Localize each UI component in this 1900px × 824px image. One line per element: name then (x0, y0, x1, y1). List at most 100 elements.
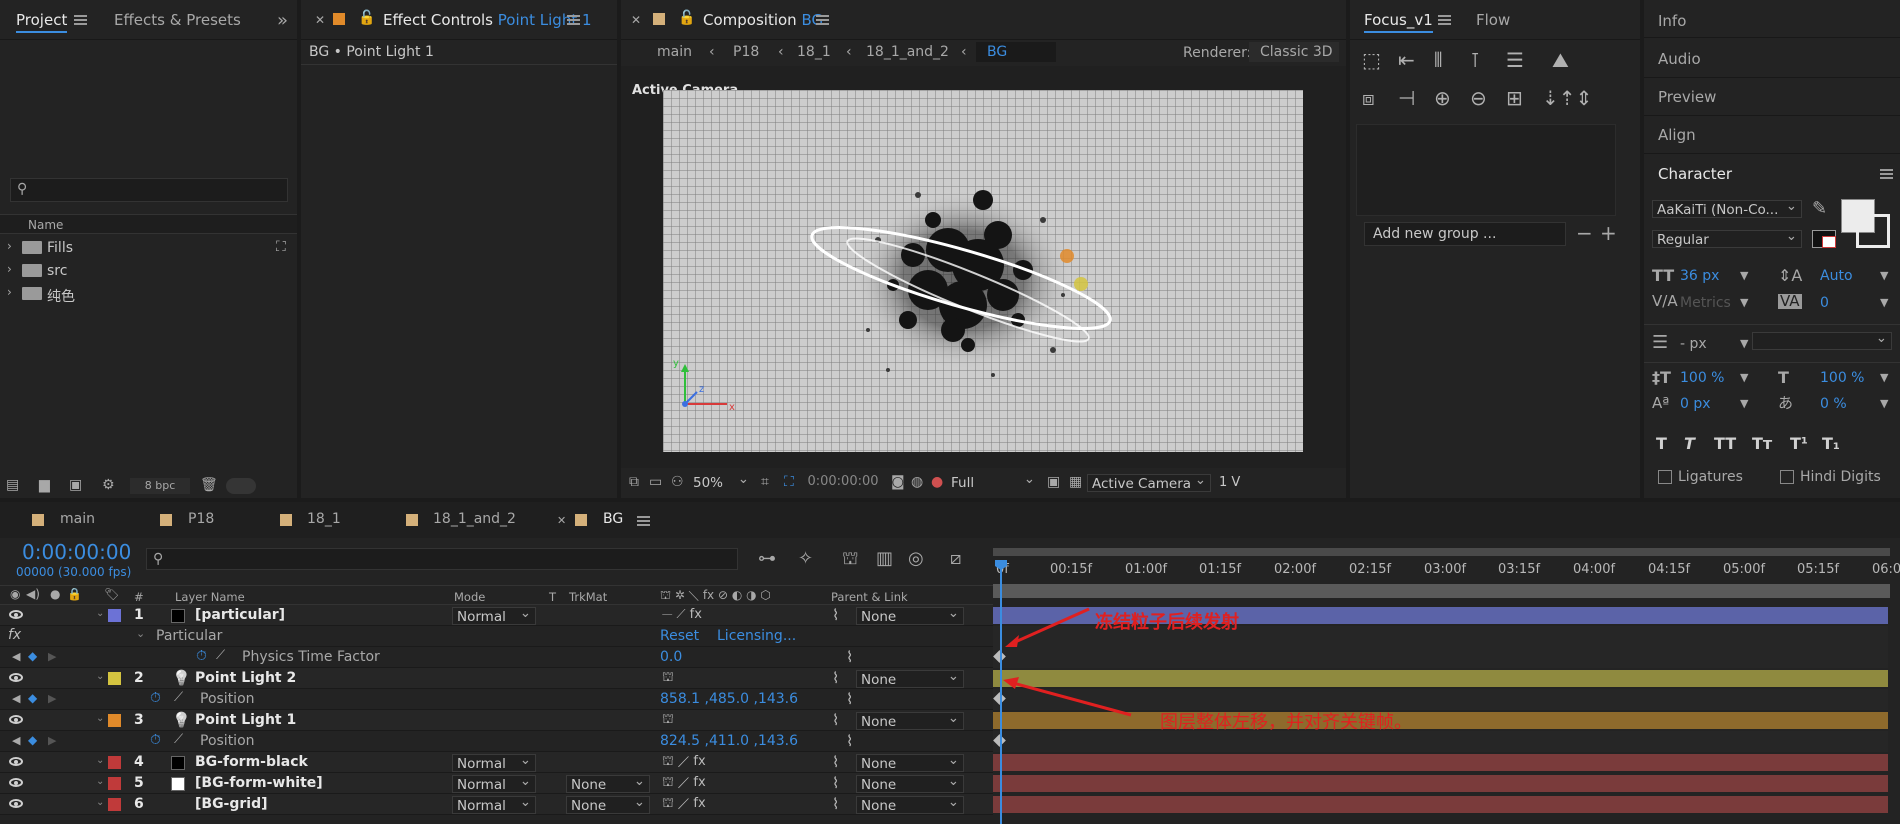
font-size-value[interactable]: 36 px (1680, 268, 1719, 284)
prev-keyframe-icon[interactable]: ◀ (12, 692, 20, 705)
motion-blur-icon[interactable]: ◎ (908, 550, 924, 568)
parent-select[interactable]: None (856, 605, 964, 625)
bpc-button[interactable]: 8 bpc (130, 478, 190, 494)
hierarchy-icon[interactable]: ⛶ (276, 240, 286, 254)
layer-row[interactable]: ⌄ 3 💡 Point Light 1 ⛫ ⌇ None (0, 710, 993, 731)
channel-icon[interactable]: ● (931, 475, 943, 489)
zoom-select[interactable]: 50% (689, 471, 753, 492)
pick-whip-icon[interactable]: ⌇ (832, 711, 839, 729)
blend-mode-select[interactable]: Normal (452, 773, 536, 793)
distribute-icon[interactable]: ⫴ (1434, 48, 1442, 72)
eye-icon[interactable] (9, 673, 23, 682)
align-left-icon[interactable]: ⇤ (1398, 48, 1415, 72)
hindi-digits-checkbox[interactable] (1780, 470, 1794, 484)
list-item[interactable]: › 纯色 (0, 283, 297, 305)
faux-bold-button[interactable]: T (1656, 434, 1667, 453)
focus-group-list[interactable] (1356, 124, 1616, 216)
font-family-select[interactable]: AaKaiTi (Non-Co... (1652, 198, 1802, 218)
chevron-down-icon[interactable]: ⌄ (136, 627, 145, 640)
parent-select[interactable]: None (856, 794, 964, 814)
text-align-icon[interactable]: ☰ (1506, 48, 1524, 72)
audio-panel[interactable]: Audio (1644, 40, 1900, 78)
switches-icons[interactable]: ⏤ ⟋ fx (662, 607, 702, 622)
transparency-grid-icon[interactable]: ▦ (1069, 475, 1082, 489)
timeline-search-input[interactable]: ⚲ (146, 548, 738, 570)
switches-icons[interactable]: ⛫ (662, 670, 674, 687)
pick-whip-icon[interactable]: ⌇ (832, 795, 839, 813)
pick-whip-icon[interactable]: ⌇ (846, 648, 853, 666)
chevron-down-icon[interactable]: ▼ (1740, 372, 1748, 383)
pin-minus-icon[interactable]: ⊖ (1470, 86, 1487, 110)
track-matte-select[interactable]: None (566, 794, 650, 814)
graph-icon[interactable]: ⟋ (174, 690, 183, 705)
layer-name[interactable]: [BG-grid] (195, 796, 268, 812)
comp-duration-bar[interactable] (993, 584, 1890, 598)
eye-icon[interactable] (9, 778, 23, 787)
panel-menu-icon[interactable] (74, 15, 87, 25)
new-composition-icon[interactable]: ▣ (69, 478, 82, 492)
crumb-main[interactable]: main (657, 44, 692, 60)
playhead[interactable] (1000, 560, 1002, 824)
pick-whip-icon[interactable]: ⌇ (832, 606, 839, 624)
draft-3d-icon[interactable]: ✧ (798, 550, 813, 568)
chevron-double-right-icon[interactable]: » (277, 12, 288, 30)
all-caps-button[interactable]: TT (1714, 434, 1736, 453)
pin-plus-icon[interactable]: ⊞ (1506, 86, 1523, 110)
lock-icon[interactable]: 🔒 (67, 588, 82, 600)
new-folder-icon[interactable]: ▆ (39, 478, 50, 492)
label-icon[interactable]: 🏷 (104, 588, 119, 600)
frame-blending-icon[interactable]: ▥ (876, 550, 893, 568)
hide-shy-layers-icon[interactable]: ⛫ (842, 550, 859, 568)
chevron-down-icon[interactable]: ▼ (1740, 297, 1748, 308)
property-value[interactable]: 824.5 ,411.0 ,143.6 (660, 733, 798, 749)
composition-viewer[interactable]: Active Camera (621, 66, 1346, 468)
blend-mode-select[interactable]: Normal (452, 752, 536, 772)
tab-project[interactable]: Project (16, 11, 68, 33)
layer-row[interactable]: ⌄ 6 [BG-grid] Normal None ⛫ ⟋ fx ⌇ None (0, 794, 993, 815)
reset-link[interactable]: Reset (660, 628, 699, 644)
preview-panel[interactable]: Preview (1644, 78, 1900, 116)
keyframe-diamond-icon[interactable]: ◆ (28, 691, 37, 705)
eye-icon[interactable] (9, 757, 23, 766)
time-ruler[interactable]: 0f 00:15f 01:00f 01:15f 02:00f 02:15f 03:00f 03… (993, 548, 1900, 605)
pick-whip-icon[interactable]: ⌇ (832, 669, 839, 687)
ligatures-checkbox[interactable] (1658, 470, 1672, 484)
renderer-button[interactable]: Classic 3D (1249, 42, 1339, 62)
column-name[interactable]: Name (28, 218, 63, 232)
mountain-icon[interactable]: ⛰ (1552, 48, 1569, 72)
panel-menu-icon[interactable] (567, 15, 580, 25)
next-keyframe-icon[interactable]: ▶ (48, 650, 56, 663)
keyframe-diamond-icon[interactable]: ◆ (28, 733, 37, 747)
show-snapshot-icon[interactable]: ◍ (911, 475, 923, 489)
region-of-interest-icon[interactable]: ⛶ (784, 475, 794, 489)
small-caps-button[interactable]: Tт (1752, 434, 1772, 453)
panel-menu-icon[interactable] (637, 516, 650, 526)
chevron-down-icon[interactable]: ▼ (1740, 270, 1748, 281)
view-select[interactable]: Active Camera (1087, 472, 1211, 492)
kerning-value[interactable]: Metrics (1680, 295, 1731, 311)
panel-menu-icon[interactable] (1438, 15, 1451, 25)
point-light-2-icon[interactable] (1074, 277, 1088, 291)
crop-icon[interactable]: ⧈ (1362, 86, 1375, 110)
blend-mode-select[interactable]: Normal (452, 605, 536, 625)
anchor-icon[interactable]: ⊺ (1470, 48, 1480, 72)
info-panel[interactable]: Info (1644, 0, 1900, 38)
chevron-down-icon[interactable]: ⌄ (96, 713, 104, 724)
tab-18-1[interactable]: 18_1 (307, 511, 341, 527)
eye-icon[interactable] (9, 610, 23, 619)
project-settings-icon[interactable]: ⚙ (102, 478, 115, 492)
current-timecode[interactable]: 0:00:00:00 (22, 540, 131, 564)
graph-editor-icon[interactable]: ⧄ (950, 550, 961, 568)
pin-left-icon[interactable]: ⊣ (1398, 86, 1415, 110)
leading-value[interactable]: Auto (1820, 268, 1853, 284)
layer-name[interactable]: [BG-form-white] (195, 775, 323, 791)
viewer-timecode[interactable]: 0:00:00:00 (803, 474, 883, 492)
crumb-bg[interactable]: BG (976, 42, 1056, 62)
tab-effects-presets[interactable]: Effects & Presets (114, 11, 241, 29)
close-icon[interactable]: ✕ (631, 14, 641, 26)
column-t[interactable]: T (549, 590, 556, 604)
point-light-1-icon[interactable] (1060, 249, 1074, 263)
chevron-down-icon[interactable]: ⌄ (96, 671, 104, 682)
composition-mini-flowchart-icon[interactable]: ⊶ (758, 550, 776, 568)
baseline-shift-value[interactable]: 0 px (1680, 396, 1711, 412)
